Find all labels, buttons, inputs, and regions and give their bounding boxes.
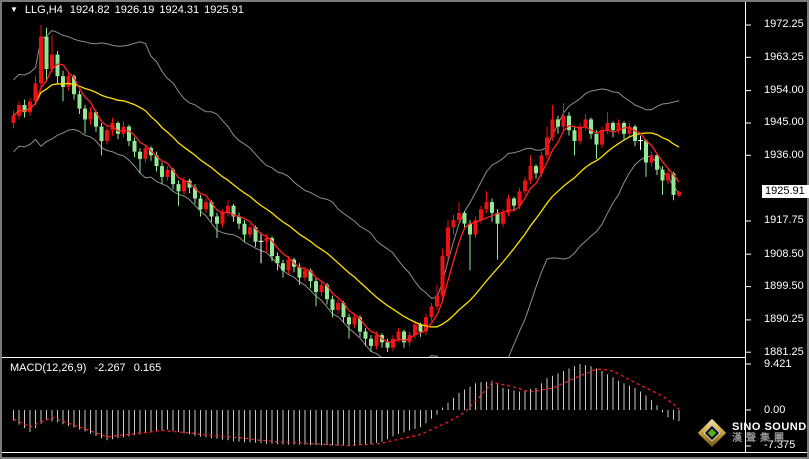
macd-name: MACD(12,26,9)	[10, 362, 86, 374]
macd-axis-tick: 0.00	[764, 404, 809, 417]
price-axis-tick: 1972.25	[764, 18, 809, 31]
price-axis-tick: 1899.50	[764, 280, 809, 293]
sino-sound-logo: SINO SOUND 漢聲集團	[699, 420, 807, 446]
collapse-triangle-icon[interactable]: ▼	[10, 5, 18, 15]
price-axis-tick: 1908.50	[764, 248, 809, 261]
chart-ohlc-readout: ▼ LLG,H4 1924.82 1926.19 1924.31 1925.91	[10, 3, 249, 16]
sino-sound-diamond-icon	[698, 419, 726, 447]
close-value: 1925.91	[204, 4, 244, 16]
chart-canvas[interactable]	[0, 0, 809, 459]
price-axis-tick: 1963.25	[764, 51, 809, 64]
logo-brand-text: SINO SOUND	[732, 421, 807, 433]
open-value: 1924.82	[70, 4, 110, 16]
price-axis-tick: 1936.00	[764, 149, 809, 162]
current-price-tag: 1925.91	[762, 185, 809, 198]
macd-indicator-label: MACD(12,26,9) -2.267 0.165	[10, 362, 166, 374]
price-axis-tick: 1917.75	[764, 214, 809, 227]
macd-axis-tick: 9.421	[764, 358, 809, 371]
logo-chinese-text: 漢聲集團	[732, 433, 807, 445]
macd-signal-value: 0.165	[134, 362, 162, 374]
chart-window: ▼ LLG,H4 1924.82 1926.19 1924.31 1925.91…	[0, 0, 809, 459]
symbol-period-label: LLG,H4	[25, 4, 63, 16]
high-value: 1926.19	[115, 4, 155, 16]
price-axis-tick: 1954.00	[764, 84, 809, 97]
price-axis-tick: 1945.00	[764, 116, 809, 129]
price-axis-tick: 1890.25	[764, 313, 809, 326]
macd-main-value: -2.267	[94, 362, 125, 374]
low-value: 1924.31	[159, 4, 199, 16]
